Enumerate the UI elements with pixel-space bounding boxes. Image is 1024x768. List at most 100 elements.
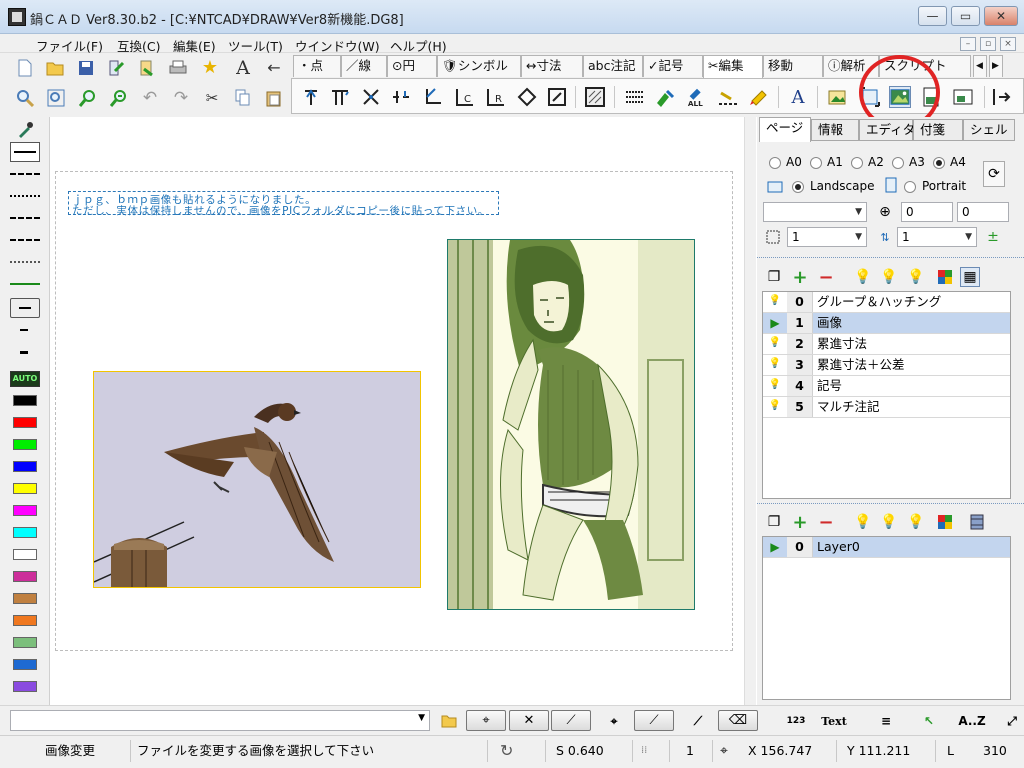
drawing-canvas[interactable]: ｊｐｇ、ｂｍｐ画像も貼れるようになりました。 ただし、実体は保持しませんので、画… [51, 117, 754, 705]
size-a4-radio[interactable] [933, 157, 945, 169]
landscape-radio[interactable] [792, 181, 804, 193]
import-icon[interactable] [136, 57, 158, 79]
line-width-thin[interactable] [10, 320, 40, 340]
layer-color-grid-icon[interactable] [935, 512, 955, 532]
tab-mark[interactable]: ✓記号 [643, 55, 703, 77]
image-insert-icon[interactable] [827, 86, 849, 108]
export-icon[interactable] [105, 57, 127, 79]
corner-r-icon[interactable]: R [485, 86, 507, 108]
tab-shell[interactable]: シェル [963, 119, 1015, 141]
paste-icon[interactable] [263, 87, 285, 109]
eyedropper-icon[interactable] [14, 119, 36, 141]
tab-scroll-left-icon[interactable]: ◀ [973, 55, 987, 77]
line-style-icon[interactable] [717, 86, 739, 108]
layer-bulb-off-icon[interactable]: 💡 [906, 512, 926, 532]
line-dotted[interactable] [10, 186, 40, 206]
number-icon[interactable]: 123 [784, 710, 808, 732]
color-swatch[interactable] [13, 549, 37, 560]
snap-center-icon[interactable]: ⌖ [602, 710, 626, 732]
layer-group-list[interactable]: 💡 0 グループ＆ハッチング ▶ 1 画像 💡 2 累進寸法 💡 3 累進寸法＋公差 💡 4 記号 … [762, 291, 1011, 499]
sort-az-icon[interactable]: A..Z [955, 710, 989, 732]
offset-x-field[interactable]: 0 [901, 202, 953, 222]
line-width-medium[interactable] [10, 342, 40, 362]
snap-endpoint-button[interactable]: ⌖ [466, 710, 506, 731]
bulb-single-icon[interactable]: 💡 [853, 267, 873, 287]
text-icon[interactable]: Text [821, 710, 847, 732]
layer-group-remove-icon[interactable]: − [816, 267, 836, 288]
corner-c-icon[interactable]: C [454, 86, 476, 108]
layer-group-row-2[interactable]: 💡 2 累進寸法 [763, 334, 1010, 355]
layer-group-row-0[interactable]: 💡 0 グループ＆ハッチング [763, 292, 1010, 313]
size-a3-radio[interactable] [892, 157, 904, 169]
color-swatch[interactable] [13, 439, 37, 450]
tab-dimension[interactable]: ↔寸法 [521, 55, 583, 77]
highlight-pen-icon[interactable] [748, 86, 770, 108]
tab-scroll-right-icon[interactable]: ▶ [989, 55, 1003, 77]
snap-erase-button[interactable]: ⌫ [718, 710, 758, 731]
break-icon[interactable] [390, 86, 412, 108]
maximize-button[interactable]: ▭ [951, 6, 980, 26]
tab-sticky[interactable]: 付箋 [913, 119, 963, 141]
open-folder-small-icon[interactable] [438, 710, 460, 732]
line-green[interactable] [10, 274, 40, 294]
minimize-button[interactable]: — [918, 6, 947, 26]
bulb-icon[interactable]: 💡 [768, 358, 782, 372]
color-swatch[interactable] [13, 461, 37, 472]
scale-b-combo[interactable]: 1 ▼ [897, 227, 977, 247]
cursor-select-icon[interactable]: ↖ [917, 710, 941, 732]
add-divide-icon[interactable]: ± [983, 227, 1003, 247]
color-swatch[interactable] [13, 417, 37, 428]
layer-add-icon[interactable]: + [790, 512, 810, 533]
close-button[interactable]: ✕ [984, 6, 1018, 26]
color-swatch[interactable] [13, 527, 37, 538]
offset-y-field[interactable]: 0 [957, 202, 1009, 222]
zoom-in-icon[interactable] [77, 87, 99, 109]
layer-group-row-3[interactable]: 💡 3 累進寸法＋公差 [763, 355, 1010, 376]
layer-bulb-single-icon[interactable]: 💡 [853, 512, 873, 532]
color-swatch[interactable] [13, 505, 37, 516]
hatch-icon[interactable] [584, 86, 606, 108]
line-width-button[interactable] [10, 298, 40, 318]
size-a2-radio[interactable] [851, 157, 863, 169]
refresh-icon[interactable]: ↻ [500, 741, 513, 761]
tab-circle[interactable]: ⊙円 [387, 55, 437, 77]
tab-editor[interactable]: エディタ [859, 119, 915, 141]
bulb-icon[interactable]: 💡 [768, 295, 782, 309]
text-style-icon[interactable]: A [232, 57, 254, 79]
tab-line[interactable]: ／線 [341, 55, 387, 77]
back-arrow-icon[interactable]: ← [263, 57, 285, 79]
print-icon[interactable] [167, 57, 189, 79]
window-fit-icon[interactable]: ⤢ [1000, 710, 1024, 732]
rotate-page-icon[interactable]: ⟳ [983, 161, 1005, 187]
image-crop-icon[interactable] [952, 86, 974, 108]
mdi-restore-icon[interactable]: ▫ [980, 37, 996, 51]
layer-group-row-5[interactable]: 💡 5 マルチ注記 [763, 397, 1010, 418]
splitter-bottom[interactable] [757, 503, 1024, 506]
color-swatch[interactable] [13, 681, 37, 692]
hawk-photo-image[interactable] [93, 371, 421, 588]
color-swatch[interactable] [13, 615, 37, 626]
color-grid-icon[interactable] [935, 267, 955, 287]
mdi-close-icon[interactable]: × [1000, 37, 1016, 51]
layer-group-copy-icon[interactable]: ❐ [764, 267, 784, 287]
layer-group-row-1[interactable]: ▶ 1 画像 [763, 313, 1010, 334]
bulb-on-all-icon[interactable]: 💡 [879, 267, 899, 287]
trim-icon[interactable] [360, 86, 382, 108]
zoom-window-icon[interactable] [14, 87, 36, 109]
mdi-minimize-icon[interactable]: – [960, 37, 976, 51]
snap-free-icon[interactable]: ⟋ [686, 710, 710, 732]
printer-combo[interactable]: ▼ [763, 202, 867, 222]
change-all-icon[interactable]: ALL [686, 86, 708, 108]
favorite-star-icon[interactable]: ★ [199, 57, 221, 79]
layer-bulb-on-icon[interactable]: 💡 [879, 512, 899, 532]
size-a1-radio[interactable] [810, 157, 822, 169]
tab-point[interactable]: ・点 [293, 55, 341, 77]
line-dashed-short[interactable] [10, 208, 40, 228]
line-dashed-long[interactable] [10, 164, 40, 184]
tab-edit[interactable]: ✂編集 [703, 55, 763, 79]
layer-group-row-4[interactable]: 💡 4 記号 [763, 376, 1010, 397]
diamond-select-icon[interactable] [516, 86, 538, 108]
color-swatch[interactable] [13, 395, 37, 406]
color-swatch[interactable] [13, 659, 37, 670]
extend-line-icon[interactable] [300, 86, 322, 108]
